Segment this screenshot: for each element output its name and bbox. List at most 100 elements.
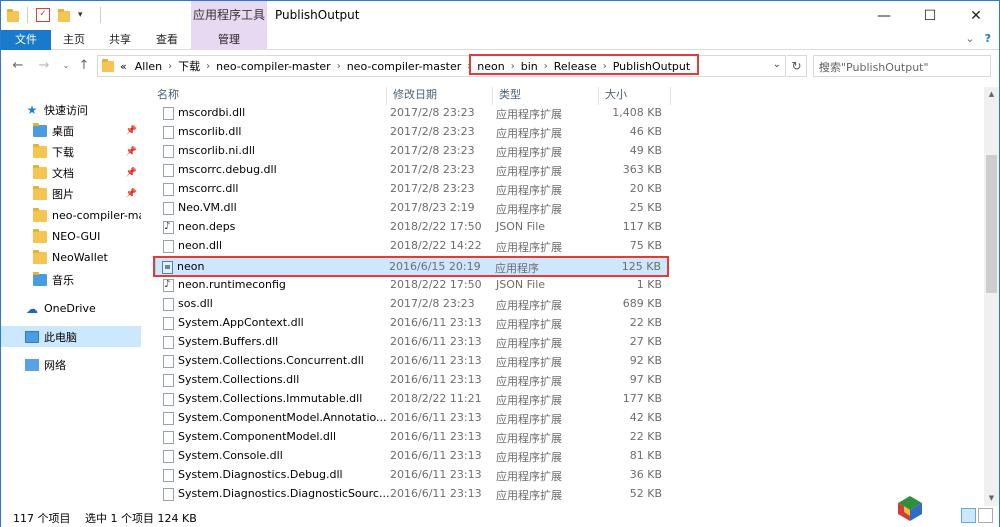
divider <box>27 7 28 23</box>
dll-file-icon <box>163 393 174 406</box>
file-type: 应用程序扩展 <box>496 413 562 426</box>
expand-ribbon-icon[interactable]: ⌄ <box>965 32 974 45</box>
file-date: 2017/2/8 23:23 <box>390 144 475 157</box>
column-header-type[interactable]: 类型 <box>493 87 599 105</box>
large-icons-view-icon[interactable] <box>978 508 993 523</box>
tab-file[interactable]: 文件 <box>1 30 51 50</box>
file-size: 52 KB <box>629 487 662 500</box>
file-row[interactable]: System.Collections.Immutable.dll 2018/2/2… <box>157 390 669 409</box>
file-type: 应用程序扩展 <box>496 432 562 445</box>
nav-item-desktop[interactable]: 桌面 📌 <box>1 120 141 141</box>
file-row[interactable]: System.Diagnostics.Debug.dll 2016/6/11 23… <box>157 466 669 485</box>
nav-item-pictures[interactable]: 图片 📌 <box>1 183 141 204</box>
breadcrumb-downloads[interactable]: 下载 <box>178 58 200 74</box>
breadcrumb-neo-compiler-master-inner[interactable]: neo-compiler-master <box>347 60 462 73</box>
file-row[interactable]: Neo.VM.dll 2017/8/23 2:19 应用程序扩展 25 KB <box>157 199 669 218</box>
file-name: System.Collections.Immutable.dll <box>178 392 363 405</box>
address-dropdown-icon[interactable]: ⌄ <box>773 59 781 70</box>
vertical-scrollbar[interactable]: ▲ ▼ <box>984 87 999 506</box>
file-type: 应用程序扩展 <box>496 299 562 312</box>
file-row[interactable]: System.Collections.Concurrent.dll 2016/6/… <box>157 352 669 371</box>
file-row[interactable]: System.Diagnostics.DiagnosticSourc... 201… <box>157 485 669 504</box>
breadcrumb-neo-compiler-master[interactable]: neo-compiler-master <box>216 60 331 73</box>
dll-file-icon <box>163 107 174 120</box>
dll-file-icon <box>163 183 174 196</box>
forward-button[interactable]: → <box>35 57 53 75</box>
file-row[interactable]: mscordbi.dll 2017/2/8 23:23 应用程序扩展 1,408 KB <box>157 104 669 123</box>
tab-view[interactable]: 查看 <box>146 30 188 50</box>
nav-item-neo-gui[interactable]: NEO-GUI <box>1 226 141 247</box>
file-size: 36 KB <box>629 468 662 481</box>
folder-icon <box>33 228 47 243</box>
file-row[interactable]: System.AppContext.dll 2016/6/11 23:13 应用程序… <box>157 314 669 333</box>
file-date: 2016/6/11 23:13 <box>390 468 482 481</box>
refresh-button[interactable]: ↻ <box>787 55 807 77</box>
maximize-button[interactable]: ☐ <box>907 1 953 30</box>
file-row[interactable]: neon.runtimeconfig 2018/2/22 17:50 JSON Fi… <box>157 276 669 295</box>
file-name: System.Collections.Concurrent.dll <box>178 354 364 367</box>
column-header-date[interactable]: 修改日期 <box>387 87 493 105</box>
nav-network[interactable]: 网络 <box>1 354 141 375</box>
file-row[interactable]: System.Collections.dll 2016/6/11 23:13 应用程… <box>157 371 669 390</box>
scroll-down-icon[interactable]: ▼ <box>984 491 999 506</box>
minimize-button[interactable]: — <box>861 1 907 30</box>
file-row[interactable]: neon.deps 2018/2/22 17:50 JSON File 117 KB <box>157 218 669 237</box>
breadcrumb-allen[interactable]: Allen <box>135 60 162 73</box>
nav-label: 下载 <box>52 145 74 159</box>
close-button[interactable]: ✕ <box>953 1 999 30</box>
nav-quick-access[interactable]: ★ 快速访问 <box>1 99 141 120</box>
nav-this-pc[interactable]: 此电脑 <box>1 326 141 347</box>
properties-icon[interactable]: ✓ <box>36 8 50 22</box>
search-icon[interactable]: ⌕ <box>819 58 984 73</box>
customize-dropdown-icon[interactable]: ▾ <box>78 8 92 22</box>
item-count: 117 个项目 <box>13 512 71 525</box>
file-name: System.Diagnostics.Debug.dll <box>178 468 343 481</box>
file-name: System.Buffers.dll <box>178 335 279 348</box>
nav-onedrive[interactable]: ☁ OneDrive <box>1 298 141 319</box>
file-type: 应用程序扩展 <box>496 203 562 216</box>
file-row[interactable]: mscorlib.dll 2017/2/8 23:23 应用程序扩展 46 KB <box>157 123 669 142</box>
nav-item-music[interactable]: 音乐 <box>1 269 141 290</box>
tab-manage[interactable]: 管理 <box>191 30 267 50</box>
nav-item-downloads[interactable]: 下载 📌 <box>1 141 141 162</box>
file-date: 2016/6/11 23:13 <box>390 335 482 348</box>
file-row[interactable]: System.Buffers.dll 2016/6/11 23:13 应用程序扩展 2… <box>157 333 669 352</box>
chevron-right-icon[interactable]: › <box>206 61 210 72</box>
back-button[interactable]: ← <box>9 57 27 75</box>
file-row[interactable]: System.Console.dll 2016/6/11 23:13 应用程序扩展 8… <box>157 447 669 466</box>
nav-item-documents[interactable]: 文档 📌 <box>1 162 141 183</box>
file-type: JSON File <box>496 278 546 291</box>
file-date: 2016/6/11 23:13 <box>390 316 482 329</box>
chevron-right-icon[interactable]: › <box>337 61 341 72</box>
search-input[interactable]: 搜索"PublishOutput" ⌕ <box>813 55 991 77</box>
file-row[interactable]: sos.dll 2017/2/8 23:23 应用程序扩展 689 KB <box>157 295 669 314</box>
file-row[interactable]: System.ComponentModel.Annotatio... 2016/6… <box>157 409 669 428</box>
column-header-name[interactable]: 名称 <box>151 87 387 105</box>
column-header-size[interactable]: 大小 <box>599 87 671 105</box>
documents-folder-icon <box>33 164 47 179</box>
file-row[interactable]: mscorrc.debug.dll 2017/2/8 23:23 应用程序扩展 363… <box>157 161 669 180</box>
divider <box>100 7 101 23</box>
details-view-icon[interactable] <box>961 508 976 523</box>
tab-share[interactable]: 共享 <box>99 30 141 50</box>
help-icon[interactable]: ? <box>985 32 991 45</box>
folder-icon[interactable] <box>7 8 19 22</box>
up-button[interactable]: ↑ <box>75 57 93 75</box>
watermark-logo-icon <box>898 496 922 521</box>
file-row[interactable]: neon.dll 2018/2/22 14:22 应用程序扩展 75 KB <box>157 237 669 256</box>
new-folder-icon[interactable] <box>58 8 70 22</box>
file-type: 应用程序扩展 <box>496 489 562 502</box>
recent-locations-button[interactable]: ⌄ <box>57 57 75 75</box>
file-row[interactable]: mscorrc.dll 2017/2/8 23:23 应用程序扩展 20 KB <box>157 180 669 199</box>
nav-item-neowallet[interactable]: NeoWallet <box>1 247 141 268</box>
scrollbar-thumb[interactable] <box>986 155 997 293</box>
file-row[interactable]: mscorlib.ni.dll 2017/2/8 23:23 应用程序扩展 49 KB <box>157 142 669 161</box>
file-row[interactable]: System.ComponentModel.dll 2016/6/11 23:13… <box>157 428 669 447</box>
tab-home[interactable]: 主页 <box>53 30 95 50</box>
file-size: 42 KB <box>629 411 662 424</box>
scroll-up-icon[interactable]: ▲ <box>984 87 999 102</box>
breadcrumb-overflow[interactable]: « <box>120 60 127 73</box>
nav-item-neo-compiler-master[interactable]: neo-compiler-mas <box>1 205 141 226</box>
column-headers: 名称 修改日期 类型 大小 <box>151 87 671 105</box>
chevron-right-icon[interactable]: › <box>168 61 172 72</box>
